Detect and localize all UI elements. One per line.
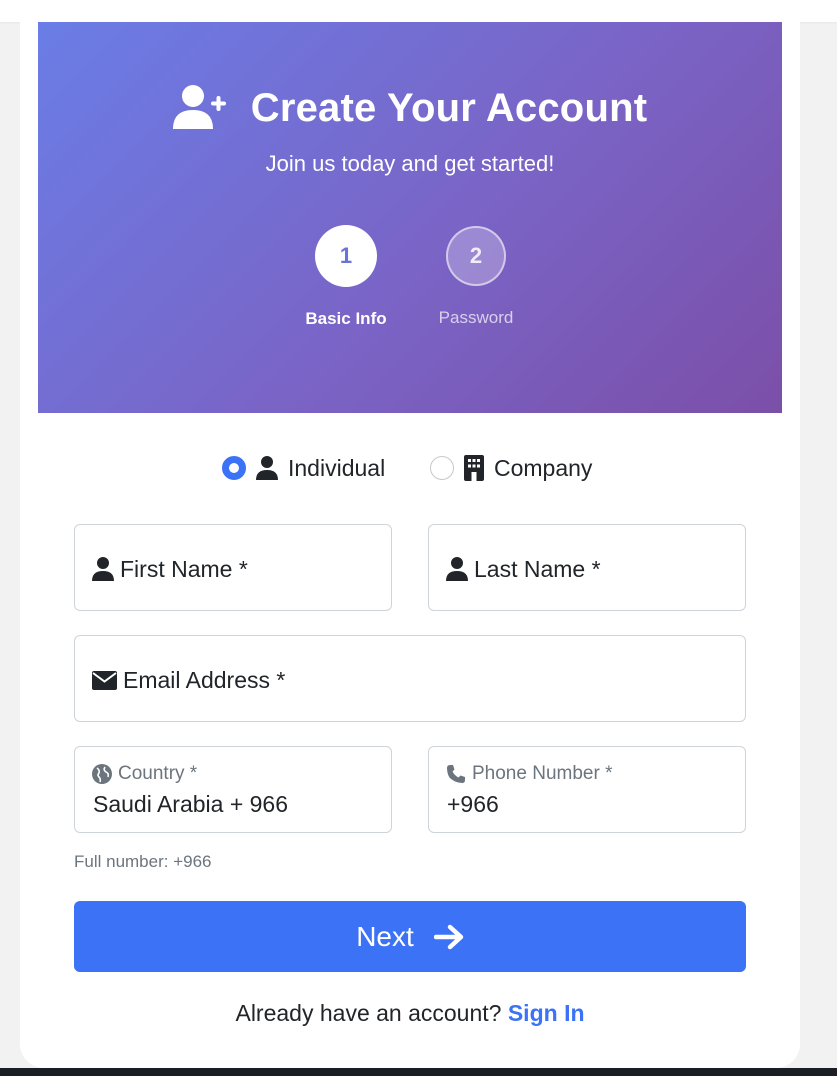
signin-text: Already have an account? <box>235 1000 502 1026</box>
email-label-row: Email Address * <box>92 666 285 694</box>
last-name-label-row: Last Name * <box>446 555 601 583</box>
last-name-label: Last Name * <box>474 556 601 582</box>
account-type-selector: Individual Company <box>20 452 800 484</box>
company-radio[interactable] <box>430 456 454 480</box>
account-type-individual[interactable]: Individual <box>222 452 385 484</box>
bottom-bar <box>0 1068 837 1076</box>
individual-label: Individual <box>288 454 386 481</box>
user-icon <box>446 557 468 581</box>
phone-value: +966 <box>447 791 499 817</box>
sign-in-link[interactable]: Sign In <box>508 1000 585 1026</box>
user-icon <box>256 456 278 480</box>
first-name-label-row: First Name * <box>92 555 248 583</box>
country-label-row: Country * <box>92 763 197 785</box>
phone-label: Phone Number * <box>472 763 613 784</box>
account-type-company[interactable]: Company <box>430 452 592 484</box>
step-number: 2 <box>446 226 506 286</box>
next-button[interactable]: Next <box>74 901 746 972</box>
phone-field[interactable]: Phone Number * +966 <box>428 746 746 833</box>
phone-icon <box>446 764 466 784</box>
last-name-field[interactable]: Last Name * <box>428 524 746 611</box>
country-field[interactable]: Country * Saudi Arabia + 966 <box>74 746 392 833</box>
company-label: Company <box>494 454 593 481</box>
step-basic-info: 1 Basic Info <box>286 225 406 330</box>
step-label: Password <box>438 308 514 327</box>
step-label: Basic Info <box>305 309 387 328</box>
email-label: Email Address * <box>123 667 286 693</box>
page-title: Create Your Account <box>250 86 648 130</box>
signin-prompt: Already have an account? Sign In <box>20 1000 800 1027</box>
email-field[interactable]: Email Address * <box>74 635 746 722</box>
globe-icon <box>92 764 112 784</box>
signup-header: Create Your Account Join us today and ge… <box>38 22 782 413</box>
page-subtitle: Join us today and get started! <box>265 151 555 176</box>
first-name-field[interactable]: First Name * <box>74 524 392 611</box>
next-label: Next <box>356 920 414 952</box>
top-bar <box>0 0 837 22</box>
step-password: 2 Password <box>416 225 536 329</box>
individual-radio[interactable] <box>222 456 246 480</box>
signup-card: Create Your Account Join us today and ge… <box>20 22 800 1068</box>
building-icon <box>464 455 484 481</box>
title-row: Create Your Account <box>38 84 782 132</box>
user-plus-icon <box>172 85 229 131</box>
country-value: Saudi Arabia + 966 <box>93 791 289 817</box>
full-number-hint: Full number: +966 <box>74 852 212 871</box>
first-name-label: First Name * <box>120 556 248 582</box>
arrow-right-icon <box>433 924 464 950</box>
country-label: Country * <box>118 763 198 784</box>
step-number: 1 <box>315 225 377 287</box>
user-icon <box>92 557 114 581</box>
envelope-icon <box>92 670 117 690</box>
phone-label-row: Phone Number * <box>446 763 612 785</box>
